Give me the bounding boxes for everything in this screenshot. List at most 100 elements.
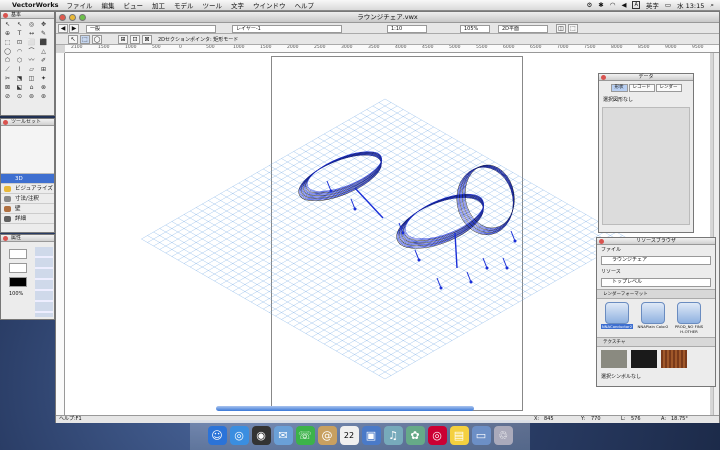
class-field[interactable]: 一般 (86, 25, 216, 33)
tab-render[interactable]: レンダー (655, 84, 682, 92)
rect-mode-button[interactable]: ⬚ (80, 35, 90, 44)
tool-button-32[interactable]: ⊘ (3, 93, 12, 101)
tool-button-9[interactable]: ⊡ (15, 39, 24, 47)
tool-button-7[interactable]: ✎ (39, 30, 48, 38)
tool-button-4[interactable]: ⊕ (3, 30, 12, 38)
projection-button[interactable]: ⬚ (568, 24, 578, 33)
tool-button-30[interactable]: ⌂ (27, 84, 36, 92)
dashboard-icon[interactable]: ◉ (251, 426, 271, 445)
tool-set-item[interactable]: 寸法/注釈 (1, 194, 54, 204)
tab-shape[interactable]: 形状 (610, 84, 628, 92)
tool-button-35[interactable]: ⊛ (39, 93, 48, 101)
tool-button-16[interactable]: ⬠ (3, 57, 12, 65)
menu-window[interactable]: ウインドウ (253, 0, 286, 10)
menu-view[interactable]: ビュー (124, 0, 144, 10)
tool-button-25[interactable]: ⬔ (15, 75, 24, 83)
battery-icon[interactable]: ▭ (665, 1, 671, 9)
tool-button-0[interactable]: ↖ (3, 21, 12, 29)
folder-icon[interactable]: ▭ (471, 426, 491, 445)
preview-icon[interactable]: ▣ (361, 426, 381, 445)
layer-field[interactable]: レイヤー-1 (232, 25, 342, 33)
spotlight-icon[interactable]: ⌕ (710, 1, 714, 10)
opacity-value[interactable]: 100% (9, 291, 23, 297)
menu-help[interactable]: ヘルプ (295, 0, 315, 10)
resource-select[interactable]: トップレベル (601, 278, 711, 287)
volume-icon[interactable]: ◀ (621, 1, 626, 9)
tool-button-17[interactable]: ⬡ (15, 57, 24, 65)
section-render-format[interactable]: レンダーフォーマット (597, 289, 715, 299)
tool-set-item[interactable]: 3D (1, 174, 54, 184)
tool-button-21[interactable]: ⌇ (15, 66, 24, 74)
tool-set-item[interactable]: 壁 (1, 204, 54, 214)
tool-button-19[interactable]: ✐ (39, 57, 48, 65)
tool-button-14[interactable]: ⌒ (27, 48, 36, 56)
tool-button-13[interactable]: ◠ (15, 48, 24, 56)
tool-button-20[interactable]: ⟋ (3, 66, 12, 74)
texture-thumb[interactable] (661, 350, 687, 368)
window-minimize-button[interactable] (69, 14, 76, 21)
lasso-mode-button[interactable]: ◯ (92, 35, 102, 44)
tool-button-31[interactable]: ⊗ (39, 84, 48, 92)
tool-button-8[interactable]: ⬚ (3, 39, 12, 47)
back-button[interactable]: ◀ (58, 24, 68, 33)
tool-button-22[interactable]: ▱ (27, 66, 36, 74)
ichat-icon[interactable]: ☏ (295, 426, 315, 445)
palette-close-icon[interactable] (3, 120, 8, 125)
palette-close-icon[interactable] (599, 239, 604, 244)
tool-button-3[interactable]: ✥ (39, 21, 48, 29)
attribute-buttons[interactable] (35, 247, 53, 317)
tab-record[interactable]: レコード (628, 84, 655, 92)
tool-button-29[interactable]: ⬕ (15, 84, 24, 92)
wifi-icon[interactable]: ◠ (610, 1, 616, 9)
line-style-swatch[interactable] (9, 277, 27, 287)
resource-browser-title[interactable]: リソースブラウザ (597, 238, 715, 245)
basic-palette-title[interactable]: 基本 (1, 12, 54, 19)
tool-button-5[interactable]: T (15, 30, 24, 38)
tool-button-34[interactable]: ⊚ (27, 93, 36, 101)
mail-icon[interactable]: ✉ (273, 426, 293, 445)
option-button-2[interactable]: ⊡ (130, 35, 140, 44)
texture-thumb[interactable] (601, 350, 627, 368)
resource-item[interactable]: PROD_NO FINS H-OTHER (673, 302, 705, 334)
menu-modify[interactable]: 加工 (152, 0, 165, 10)
zoom-field[interactable]: 105% (460, 25, 490, 33)
stickies-icon[interactable]: ▤ (449, 426, 469, 445)
resource-item[interactable]: NNAPlain Color2 (637, 302, 669, 334)
clock[interactable]: 水 13:15 (677, 0, 704, 10)
addressbook-icon[interactable]: @ (317, 426, 337, 445)
menu-text[interactable]: 文字 (231, 0, 244, 10)
tool-button-6[interactable]: ↔ (27, 30, 36, 38)
menu-model[interactable]: モデル (174, 0, 194, 10)
window-zoom-button[interactable] (79, 14, 86, 21)
view-field[interactable]: 2D平面 (498, 25, 548, 33)
itunes-icon[interactable]: ♫ (383, 426, 403, 445)
tool-set-item[interactable]: 詳細 (1, 214, 54, 224)
menu-edit[interactable]: 編集 (102, 0, 115, 10)
finder-icon[interactable]: ☺ (207, 426, 227, 445)
tool-button-26[interactable]: ◫ (27, 75, 36, 83)
app-menu[interactable]: VectorWorks (12, 1, 59, 9)
texture-thumb[interactable] (631, 350, 657, 368)
fill-swatch[interactable] (9, 249, 27, 259)
pen-swatch[interactable] (9, 263, 27, 273)
data-palette-title[interactable]: データ (599, 74, 693, 81)
tool-button-12[interactable]: ◯ (3, 48, 12, 56)
iphoto-icon[interactable]: ✿ (405, 426, 425, 445)
tool-sets-title[interactable]: ツールセット (1, 119, 54, 126)
tool-button-27[interactable]: ✦ (39, 75, 48, 83)
tool-button-33[interactable]: ⊙ (15, 93, 24, 101)
input-method-icon[interactable]: A (632, 1, 640, 9)
scale-field[interactable]: 1:10 (387, 25, 427, 33)
tool-button-1[interactable]: ↖ (15, 21, 24, 29)
tool-button-15[interactable]: △ (39, 48, 48, 56)
tool-set-item[interactable]: ビジュアライズ (1, 184, 54, 194)
render-mode-button[interactable]: ◫ (556, 24, 566, 33)
resource-item[interactable]: NNAConductor2 (601, 302, 633, 334)
tool-set-tools[interactable] (1, 126, 54, 174)
spotlight-menu-icon[interactable]: ⚙ (587, 1, 593, 9)
tool-button-18[interactable]: 〰 (27, 57, 36, 65)
safari-icon[interactable]: ◎ (229, 426, 249, 445)
option-button-3[interactable]: ⊠ (142, 35, 152, 44)
menu-tools[interactable]: ツール (203, 0, 223, 10)
palette-close-icon[interactable] (3, 13, 8, 18)
